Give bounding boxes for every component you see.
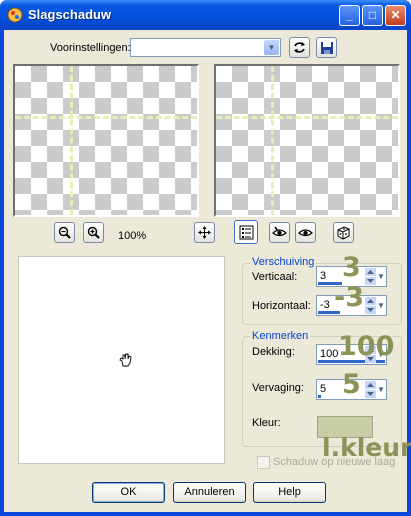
app-icon [7, 7, 23, 23]
load-preset-button[interactable] [289, 37, 310, 58]
spin-updown-icon[interactable] [365, 268, 376, 285]
zoom-level: 100% [118, 230, 147, 242]
dice-icon [337, 226, 350, 240]
chevron-down-icon: ▼ [264, 40, 279, 55]
blur-value: 5 [320, 383, 327, 395]
close-button[interactable]: ✕ [385, 5, 406, 26]
presets-dropdown[interactable]: ▼ [130, 38, 281, 57]
spin-updown-icon[interactable] [365, 297, 376, 314]
cancel-button[interactable]: Annuleren [173, 482, 246, 503]
eye-icon [272, 226, 287, 237]
attributes-group-title: Kenmerken [250, 330, 311, 342]
shadow-new-layer-label: Schaduw op nieuwe laag [273, 456, 396, 468]
shadow-new-layer-checkbox[interactable] [257, 456, 270, 469]
horizontal-guide [216, 116, 398, 119]
chevron-down-icon[interactable]: ▼ [376, 297, 386, 314]
help-button[interactable]: Help [253, 482, 326, 503]
horizontal-annotation: -3 [334, 282, 364, 313]
navigator-pane[interactable] [18, 256, 225, 464]
color-label: Kleur: [252, 417, 281, 429]
eye-icon [298, 229, 313, 237]
opacity-value: 100 [320, 348, 339, 360]
vertical-guide [70, 66, 73, 215]
vertical-value: 3 [320, 270, 327, 282]
horizontal-label: Horizontaal: [252, 300, 311, 312]
opacity-label: Dekking: [252, 346, 295, 358]
result-preview[interactable] [214, 64, 400, 217]
pan-button[interactable] [194, 222, 215, 243]
presets-label: Voorinstellingen: [50, 42, 131, 54]
vertical-annotation: 3 [342, 252, 361, 283]
dialog-body: Voorinstellingen: ▼ 100% Verschuiving Ve… [4, 30, 411, 512]
blur-label: Vervaging: [252, 382, 304, 394]
auto-proof-button[interactable] [295, 222, 316, 243]
spin-updown-icon[interactable] [365, 381, 376, 398]
horizontal-value: -3 [320, 299, 330, 311]
vertical-label: Verticaal: [252, 271, 298, 283]
minimize-button[interactable]: _ [339, 5, 360, 26]
vertical-guide [271, 66, 274, 215]
opacity-annotation: 100 [338, 331, 395, 362]
zoom-in-icon [87, 226, 100, 239]
proof-button[interactable] [269, 222, 290, 243]
list-settings-icon [239, 225, 253, 240]
chevron-down-icon[interactable]: ▼ [376, 268, 386, 285]
save-preset-button[interactable] [316, 37, 337, 58]
dialog-window: Slagschaduw _ □ ✕ Voorinstellingen: ▼ 10… [0, 0, 411, 516]
maximize-button[interactable]: □ [362, 5, 383, 26]
ok-button[interactable]: OK [92, 482, 165, 503]
chevron-down-icon[interactable]: ▼ [376, 381, 386, 398]
blur-slider-bar[interactable] [318, 395, 321, 398]
zoom-out-button[interactable] [54, 222, 75, 243]
window-title: Slagschaduw [28, 7, 112, 22]
blur-annotation: 5 [342, 369, 361, 400]
horizontal-guide [15, 116, 197, 119]
move-icon [198, 226, 211, 239]
zoom-out-icon [58, 226, 71, 239]
toggle-settings-button[interactable] [234, 220, 258, 244]
title-bar[interactable]: Slagschaduw _ □ ✕ [0, 0, 411, 30]
hand-cursor-icon [119, 353, 132, 367]
swap-icon [294, 42, 305, 53]
original-preview[interactable] [13, 64, 199, 217]
save-icon [320, 42, 333, 54]
offset-group-title: Verschuiving [250, 256, 317, 268]
zoom-in-button[interactable] [83, 222, 104, 243]
randomize-button[interactable] [333, 222, 354, 243]
